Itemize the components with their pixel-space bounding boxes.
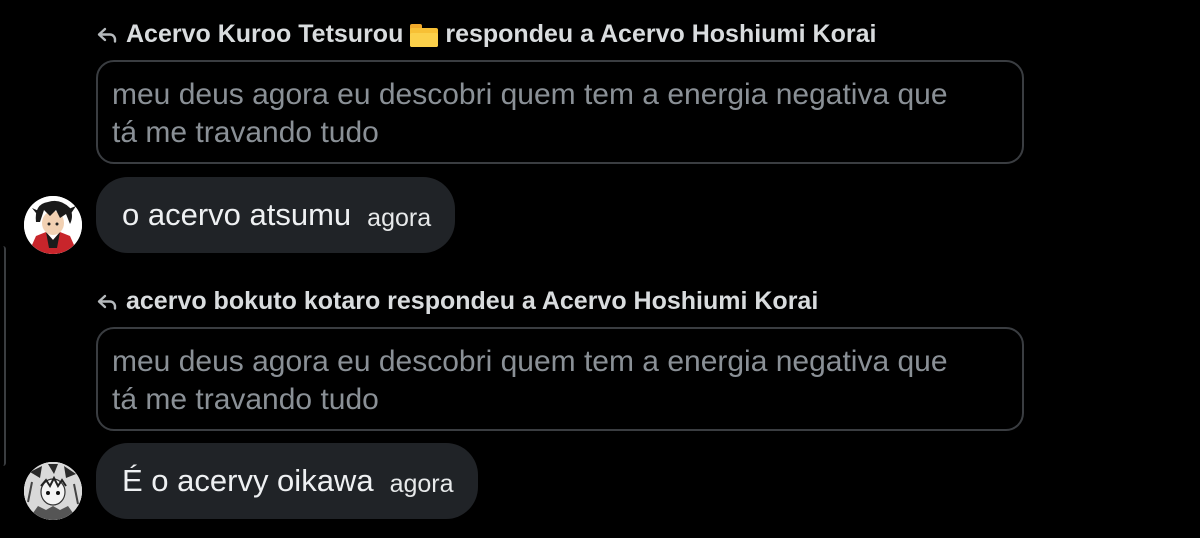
- quoted-text-line: meu deus agora eu descobri quem tem a en…: [112, 78, 948, 111]
- folder-icon: [409, 22, 439, 48]
- message-bubble[interactable]: o acervo atsumu agora: [96, 177, 456, 253]
- message-bubble[interactable]: É o acervy oikawa agora: [96, 443, 478, 519]
- reply-context-header: Acervo Kuroo Tetsurou respondeu a Acervo…: [96, 20, 876, 49]
- quoted-text-line: tá me travando tudo: [112, 383, 379, 416]
- message-timestamp: agora: [389, 469, 454, 498]
- message-text: o acervo atsumu: [122, 197, 352, 232]
- message-text: É o acervy oikawa: [122, 463, 374, 498]
- reply-context-header: acervo bokuto kotaro respondeu a Acervo …: [96, 287, 818, 316]
- quoted-text-line: meu deus agora eu descobri quem tem a en…: [112, 345, 948, 378]
- quoted-message[interactable]: meu deus agora eu descobri quem tem a en…: [96, 327, 1024, 431]
- reply-arrow-icon: [96, 26, 120, 44]
- scroll-indicator[interactable]: [0, 246, 6, 466]
- reply-author[interactable]: acervo bokuto kotaro respondeu a Acervo …: [126, 287, 818, 316]
- avatar[interactable]: [24, 196, 82, 254]
- avatar[interactable]: [24, 462, 82, 520]
- message-timestamp: agora: [367, 203, 432, 232]
- reply-arrow-icon: [96, 293, 120, 311]
- quoted-text-line: tá me travando tudo: [112, 116, 379, 149]
- message-row: o acervo atsumu agora: [0, 177, 1200, 254]
- message-row: É o acervy oikawa agora: [0, 443, 1200, 520]
- reply-target: respondeu a Acervo Hoshiumi Korai: [445, 20, 877, 48]
- reply-author[interactable]: Acervo Kuroo Tetsurou: [126, 20, 403, 49]
- quoted-message[interactable]: meu deus agora eu descobri quem tem a en…: [96, 60, 1024, 164]
